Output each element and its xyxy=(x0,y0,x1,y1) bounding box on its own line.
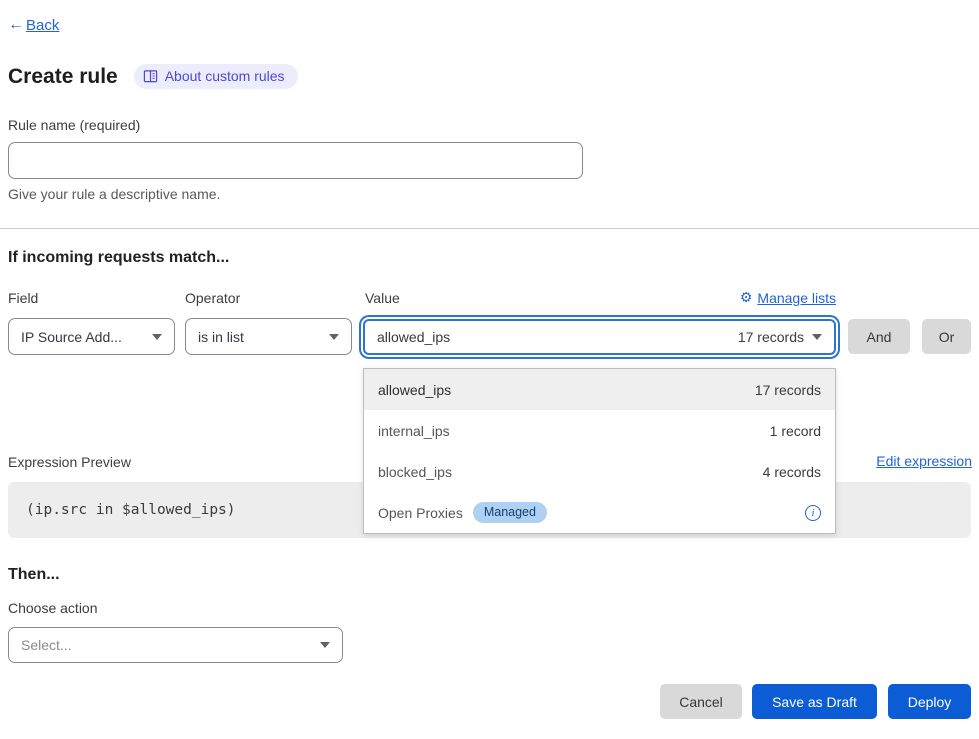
chevron-down-icon xyxy=(152,334,162,340)
expression-preview-label: Expression Preview xyxy=(8,454,131,470)
list-item-name: internal_ips xyxy=(378,423,450,439)
title-row: Create rule About custom rules xyxy=(8,64,298,89)
field-select[interactable]: IP Source Add... xyxy=(8,318,175,355)
book-icon xyxy=(143,69,158,84)
edit-expression-link[interactable]: Edit expression xyxy=(876,453,972,469)
action-select[interactable]: Select... xyxy=(8,627,343,663)
chevron-down-icon xyxy=(320,642,330,648)
field-label: Field xyxy=(8,290,38,306)
dropdown-item-open-proxies[interactable]: Open Proxies Managed i xyxy=(364,492,835,533)
value-select-value: allowed_ips xyxy=(377,329,450,345)
value-dropdown-menu: allowed_ips 17 records internal_ips 1 re… xyxy=(363,368,836,534)
operator-label: Operator xyxy=(185,290,240,306)
dropdown-item-allowed-ips[interactable]: allowed_ips 17 records xyxy=(364,369,835,410)
dropdown-item-blocked-ips[interactable]: blocked_ips 4 records xyxy=(364,451,835,492)
cancel-button[interactable]: Cancel xyxy=(660,684,742,719)
rule-name-input[interactable] xyxy=(8,142,583,179)
chevron-down-icon xyxy=(329,334,339,340)
about-badge-label: About custom rules xyxy=(165,68,285,84)
back-link-label: Back xyxy=(26,17,59,34)
gear-icon: ⚙ xyxy=(740,289,753,306)
expression-code: (ip.src in $allowed_ips) xyxy=(26,502,236,518)
and-button[interactable]: And xyxy=(848,319,910,354)
value-select[interactable]: allowed_ips 17 records xyxy=(363,319,836,355)
or-button[interactable]: Or xyxy=(922,319,971,354)
info-icon[interactable]: i xyxy=(805,505,821,521)
manage-lists-link[interactable]: ⚙ Manage lists xyxy=(740,289,836,306)
rule-name-label: Rule name (required) xyxy=(8,117,140,133)
about-custom-rules-link[interactable]: About custom rules xyxy=(134,64,298,89)
list-item-name: allowed_ips xyxy=(378,382,451,398)
deploy-button[interactable]: Deploy xyxy=(888,684,971,719)
page-title: Create rule xyxy=(8,65,118,89)
save-as-draft-button[interactable]: Save as Draft xyxy=(752,684,877,719)
list-item-count: 4 records xyxy=(763,464,821,480)
value-label: Value xyxy=(365,290,400,306)
rule-name-helper-text: Give your rule a descriptive name. xyxy=(8,186,220,202)
list-item-name: Open Proxies xyxy=(378,505,463,521)
choose-action-label: Choose action xyxy=(8,600,98,616)
field-select-value: IP Source Add... xyxy=(21,329,122,345)
match-section-heading: If incoming requests match... xyxy=(8,249,229,267)
then-section-heading: Then... xyxy=(8,566,60,584)
list-item-name: blocked_ips xyxy=(378,464,452,480)
back-arrow-icon: ← xyxy=(8,16,24,34)
list-item-count: 1 record xyxy=(770,423,821,439)
action-select-placeholder: Select... xyxy=(21,637,72,653)
manage-lists-label: Manage lists xyxy=(757,290,836,306)
dropdown-item-internal-ips[interactable]: internal_ips 1 record xyxy=(364,410,835,451)
back-link[interactable]: ← Back xyxy=(8,16,59,34)
operator-select[interactable]: is in list xyxy=(185,318,352,355)
managed-badge: Managed xyxy=(473,502,547,523)
chevron-down-icon xyxy=(812,334,822,340)
section-divider xyxy=(0,228,979,229)
value-select-records: 17 records xyxy=(738,329,804,345)
list-item-count: 17 records xyxy=(755,382,821,398)
operator-select-value: is in list xyxy=(198,329,244,345)
